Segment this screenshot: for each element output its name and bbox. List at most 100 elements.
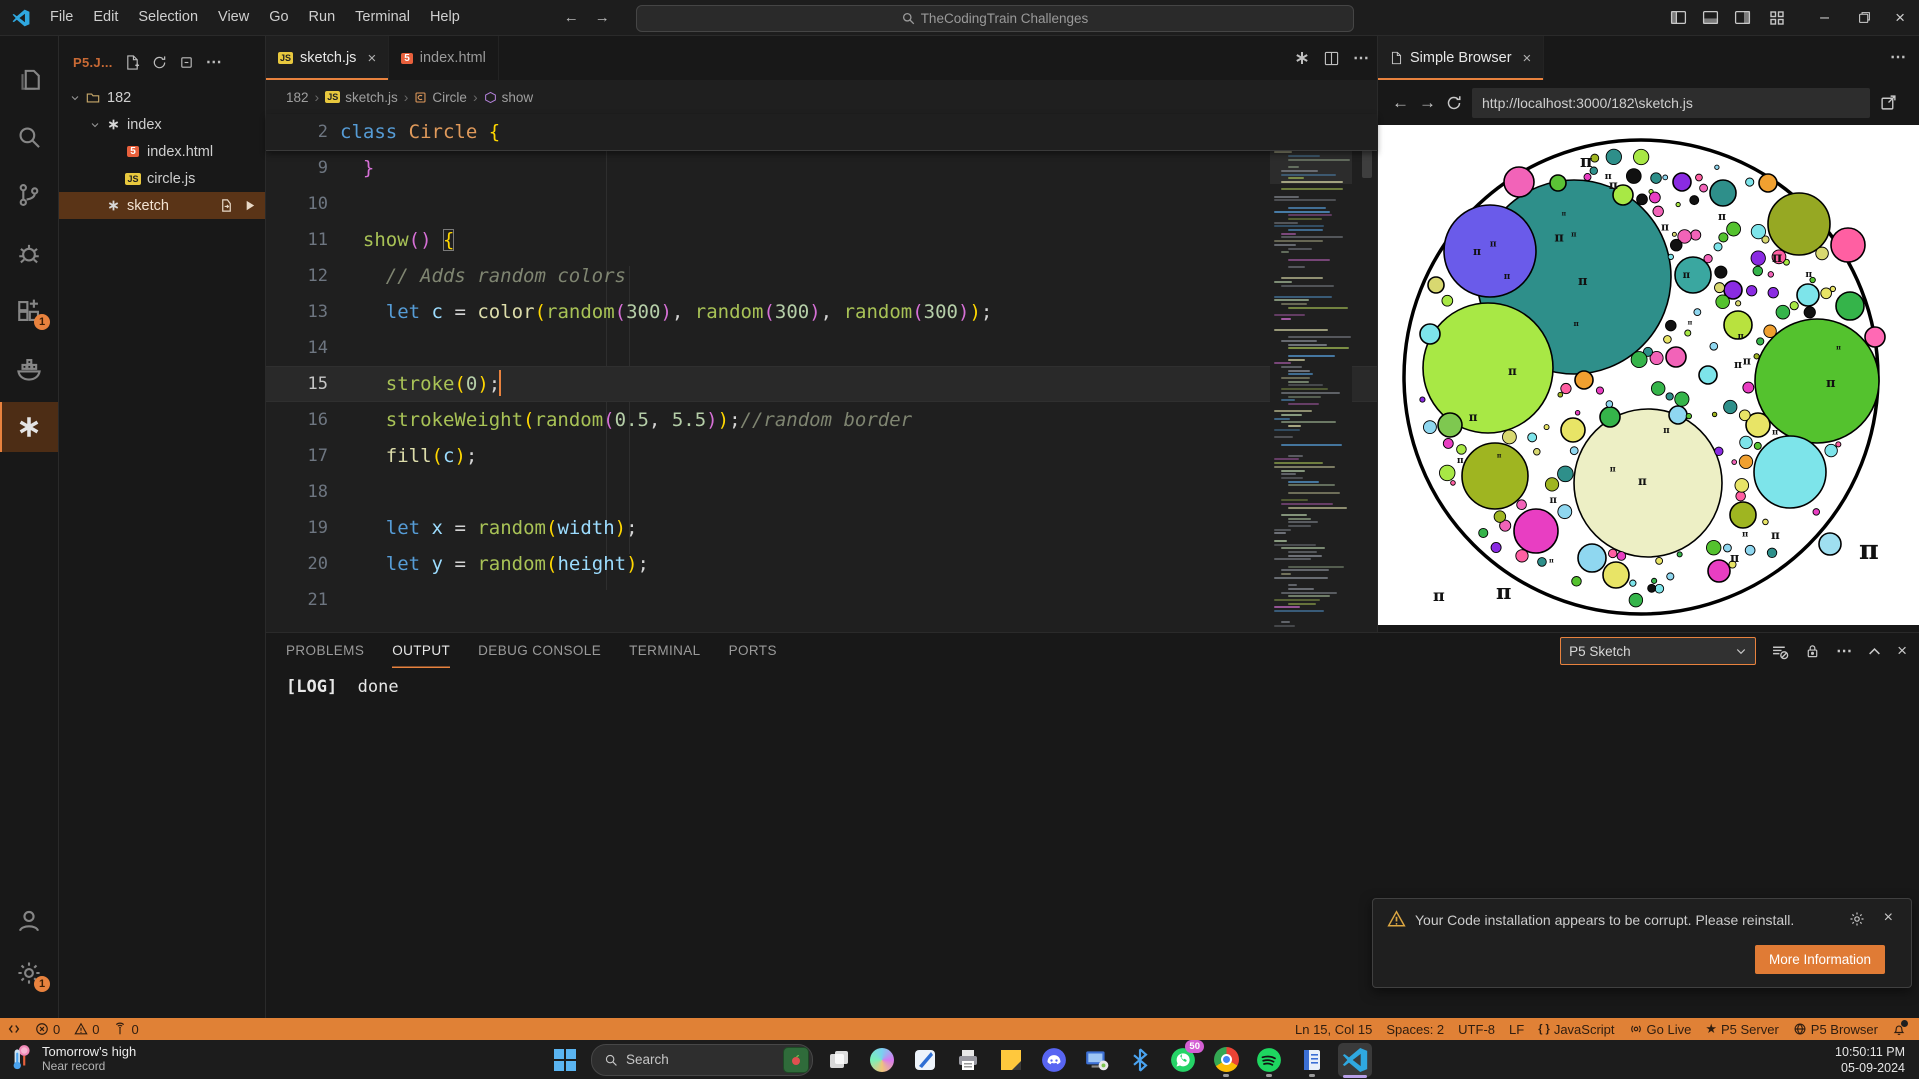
minimap[interactable] — [1270, 114, 1352, 632]
editor-more-icon[interactable]: ⋯ — [1353, 48, 1369, 68]
p5-run-icon[interactable] — [1294, 50, 1310, 66]
taskbar-bluetooth[interactable] — [1123, 1043, 1157, 1077]
code-line-19[interactable]: 19 let x = random(width); — [266, 510, 1377, 546]
close-window-button[interactable]: × — [1895, 8, 1905, 28]
tab-index-html[interactable]: 5index.html — [389, 36, 499, 80]
menu-file[interactable]: File — [40, 0, 83, 35]
new-file-icon[interactable] — [125, 55, 140, 70]
taskbar-clock[interactable]: 10:50:11 PM 05-09-2024 — [1835, 1044, 1905, 1076]
tree-item-sketch[interactable]: sketch — [59, 192, 265, 219]
tree-item-index[interactable]: index — [59, 111, 265, 138]
status-bell[interactable] — [1885, 1018, 1913, 1040]
more-information-button[interactable]: More Information — [1755, 945, 1885, 974]
status-star[interactable]: ★P5 Server — [1698, 1018, 1785, 1040]
taskbar-printer[interactable] — [951, 1043, 985, 1077]
code-line-17[interactable]: 17 fill(c); — [266, 438, 1377, 474]
menu-terminal[interactable]: Terminal — [345, 0, 420, 35]
close-panel-icon[interactable]: × — [1897, 641, 1907, 661]
status-warning[interactable]: 0 — [67, 1018, 106, 1040]
browser-back-icon[interactable]: ← — [1392, 93, 1409, 113]
split-editor-icon[interactable] — [1324, 51, 1339, 66]
activity-p5[interactable] — [0, 402, 58, 452]
status-globe[interactable]: P5 Browser — [1786, 1018, 1885, 1040]
status-lf[interactable]: LF — [1502, 1018, 1531, 1040]
panel-tab-debug-console[interactable]: DEBUG CONSOLE — [478, 633, 601, 668]
nav-back-icon[interactable]: ← — [556, 9, 587, 26]
breadcrumb-Circle[interactable]: Circle — [414, 90, 467, 105]
activity-run-debug[interactable] — [0, 228, 58, 278]
url-input[interactable]: http://localhost:3000/182\sketch.js — [1472, 88, 1870, 118]
breadcrumb-sketch-js[interactable]: JSsketch.js — [325, 90, 398, 105]
layout-sidebar-icon[interactable] — [1670, 9, 1687, 26]
menu-view[interactable]: View — [208, 0, 259, 35]
browser-reload-icon[interactable] — [1446, 95, 1462, 111]
tree-item-circle-js[interactable]: JScircle.js — [59, 165, 265, 192]
menu-selection[interactable]: Selection — [128, 0, 208, 35]
status-tower[interactable]: 0 — [106, 1018, 145, 1040]
code-line-11[interactable]: 11 show() { — [266, 222, 1377, 258]
taskbar-copilot[interactable] — [865, 1043, 899, 1077]
status-golive[interactable]: Go Live — [1622, 1018, 1699, 1040]
taskbar-vscode[interactable] — [1338, 1043, 1372, 1077]
taskbar-discord[interactable] — [1037, 1043, 1071, 1077]
status-ln-15-col-15[interactable]: Ln 15, Col 15 — [1288, 1018, 1379, 1040]
code-editor[interactable]: 2class Circle { 9 }1011 show() {12 // Ad… — [266, 114, 1377, 632]
status-error[interactable]: 0 — [28, 1018, 67, 1040]
taskbar-sticky-notes[interactable] — [994, 1043, 1028, 1077]
tab-sketch-js[interactable]: JSsketch.js× — [266, 36, 389, 80]
run-sketch-icon[interactable] — [242, 198, 257, 213]
code-line-13[interactable]: 13 let c = color(random(300), random(300… — [266, 294, 1377, 330]
taskbar-notes[interactable] — [1295, 1043, 1329, 1077]
activity-explorer[interactable] — [0, 54, 58, 104]
activity-settings[interactable]: 1 — [0, 948, 58, 998]
chevron-down-icon[interactable] — [67, 92, 83, 104]
nav-forward-icon[interactable]: → — [587, 9, 618, 26]
notification-close-icon[interactable]: × — [1884, 909, 1893, 927]
panel-more-icon[interactable]: ⋯ — [1836, 641, 1852, 661]
minimize-button[interactable]: – — [1820, 9, 1829, 27]
status-braces[interactable]: { }JavaScript — [1531, 1018, 1621, 1040]
restore-button[interactable] — [1858, 11, 1871, 24]
code-line-21[interactable]: 21 — [266, 582, 1377, 618]
taskbar-snipping[interactable] — [908, 1043, 942, 1077]
taskbar-start[interactable] — [548, 1043, 582, 1077]
breadcrumb-182[interactable]: 182 — [286, 90, 309, 105]
activity-search[interactable] — [0, 112, 58, 162]
code-line-20[interactable]: 20 let y = random(height); — [266, 546, 1377, 582]
taskbar-task-view[interactable] — [822, 1043, 856, 1077]
lock-icon[interactable] — [1805, 643, 1820, 659]
tree-item-index-html[interactable]: 5index.html — [59, 138, 265, 165]
weather-widget[interactable]: Tomorrow's high Near record — [8, 1043, 136, 1073]
code-line-9[interactable]: 9 } — [266, 150, 1377, 186]
taskbar-search[interactable]: Search — [591, 1044, 813, 1076]
code-line-16[interactable]: 16 strokeWeight(random(0.5, 5.5));//rand… — [266, 402, 1377, 438]
menu-run[interactable]: Run — [299, 0, 346, 35]
menu-help[interactable]: Help — [420, 0, 470, 35]
code-line-10[interactable]: 10 — [266, 186, 1377, 222]
layout-panel-icon[interactable] — [1702, 9, 1719, 26]
maximize-panel-icon[interactable] — [1868, 645, 1881, 658]
activity-source-control[interactable] — [0, 170, 58, 220]
browser-more-icon[interactable]: ⋯ — [1890, 36, 1906, 80]
close-tab-icon[interactable]: × — [1523, 50, 1532, 67]
refresh-icon[interactable] — [152, 55, 167, 70]
clear-output-icon[interactable] — [1772, 643, 1789, 660]
chevron-down-icon[interactable] — [87, 119, 103, 131]
code-line-14[interactable]: 14 — [266, 330, 1377, 366]
menu-go[interactable]: Go — [259, 0, 298, 35]
status-utf-8[interactable]: UTF-8 — [1451, 1018, 1502, 1040]
panel-tab-terminal[interactable]: TERMINAL — [629, 633, 700, 668]
collapse-folders-icon[interactable] — [179, 55, 194, 70]
code-line-15[interactable]: 15 stroke(0); — [266, 366, 1377, 402]
command-center-search[interactable]: TheCodingTrain Challenges — [636, 5, 1354, 32]
close-tab-icon[interactable]: × — [367, 50, 376, 67]
open-sketch-icon[interactable] — [219, 198, 234, 213]
tree-item-182[interactable]: 182 — [59, 84, 265, 111]
taskbar-system[interactable] — [1080, 1043, 1114, 1077]
tab-simple-browser[interactable]: Simple Browser × — [1378, 36, 1544, 80]
taskbar-spotify[interactable] — [1252, 1043, 1286, 1077]
open-external-icon[interactable] — [1880, 94, 1897, 111]
panel-tab-output[interactable]: OUTPUT — [392, 633, 450, 668]
code-line-12[interactable]: 12 // Adds random colors — [266, 258, 1377, 294]
panel-tab-problems[interactable]: PROBLEMS — [286, 633, 364, 668]
